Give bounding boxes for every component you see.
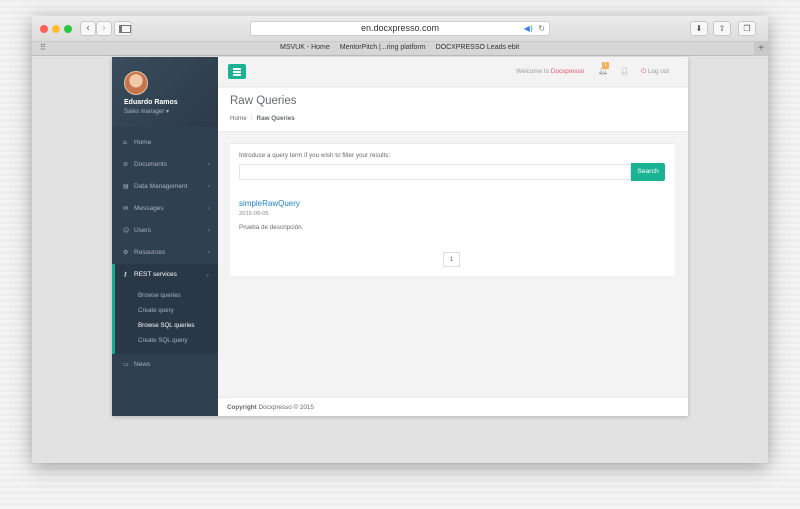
- sidebar-item-label: Users: [134, 227, 151, 234]
- envelope-icon: ✉: [123, 205, 129, 212]
- bookmarks-bar: ⠿ MSVUK - Home MentorPitch |...ring plat…: [32, 42, 768, 56]
- users-icon: ☺: [123, 227, 130, 234]
- sidebar-item-documents[interactable]: ⊘ Documents ‹: [112, 154, 218, 176]
- profile-panel: Eduardo Ramos Sales manager ▾: [112, 57, 218, 127]
- pagination-page-button[interactable]: 1: [443, 252, 460, 267]
- share-icon[interactable]: ⇧: [713, 21, 731, 36]
- url-text: en.docxpresso.com: [360, 23, 440, 33]
- breadcrumb-current: Raw Queries: [256, 115, 295, 122]
- show-sidebar-button[interactable]: [114, 21, 132, 36]
- submenu-item-browse-queries[interactable]: Browse queries: [115, 288, 218, 303]
- sidebar-item-label: Messages: [134, 205, 164, 212]
- sidebar-item-messages[interactable]: ✉ Messages ‹: [112, 198, 218, 220]
- chevron-left-icon: ‹: [207, 227, 210, 234]
- chevron-left-icon: ‹: [207, 183, 210, 190]
- welcome-brand: Docxpresso: [550, 68, 585, 75]
- result-description: Prueba de descripción.: [239, 224, 304, 231]
- result-title-link[interactable]: simpleRawQuery: [239, 199, 300, 208]
- app-container: Eduardo Ramos Sales manager ▾ ⌂ Home ⊘ D…: [112, 57, 688, 416]
- submenu-item-browse-sql-queries[interactable]: Browse SQL queries: [115, 318, 218, 333]
- breadcrumb-home-link[interactable]: Home: [230, 115, 247, 122]
- breadcrumb: Home / Raw Queries: [230, 115, 295, 122]
- cogs-icon: ⚙: [123, 249, 129, 256]
- caret-down-icon: ▾: [166, 109, 170, 115]
- bookmark-item[interactable]: MSVUK - Home: [280, 44, 330, 51]
- hamburger-icon: [233, 71, 241, 73]
- bookmark-item[interactable]: DOCXPRESSO Leads ebit: [436, 44, 520, 51]
- sidebar-item-label: REST services: [134, 271, 177, 278]
- sidebar-item-label: Documents: [134, 161, 167, 168]
- submenu-item-create-sql-query[interactable]: Create SQL query: [115, 333, 218, 348]
- audio-icon[interactable]: ◀): [524, 22, 533, 35]
- sidebar-item-label: Resources: [134, 249, 166, 256]
- chevron-down-icon: ⌄: [204, 271, 210, 278]
- browser-toolbar: ‹ › en.docxpresso.com ◀) ↻ ⬇ ⇧ ❐: [32, 16, 768, 42]
- submenu-item-create-query[interactable]: Create query: [115, 303, 218, 318]
- sidebar-item-home[interactable]: ⌂ Home: [112, 132, 218, 154]
- page-viewport: Eduardo Ramos Sales manager ▾ ⌂ Home ⊘ D…: [32, 57, 768, 463]
- sidebar-item-resources[interactable]: ⚙ Resources ‹: [112, 242, 218, 264]
- welcome-prefix: Welcome to: [516, 68, 550, 75]
- content-panel: Introduce a query term if you wish to fi…: [230, 143, 675, 276]
- sidebar-item-news[interactable]: ▭ News: [112, 354, 218, 376]
- result-date: 2015-09-05: [239, 211, 269, 217]
- hamburger-icon: [233, 68, 241, 70]
- reload-icon[interactable]: ↻: [538, 22, 545, 35]
- forward-button[interactable]: ›: [96, 21, 112, 36]
- user-icon[interactable]: 👤︎: [620, 67, 629, 75]
- tab-overview-icon[interactable]: ❐: [738, 21, 756, 36]
- sidebar: Eduardo Ramos Sales manager ▾ ⌂ Home ⊘ D…: [112, 57, 218, 416]
- avatar[interactable]: [124, 71, 148, 95]
- welcome-message: Welcome to Docxpresso: [516, 68, 584, 75]
- browser-window: ‹ › en.docxpresso.com ◀) ↻ ⬇ ⇧ ❐ ⠿ MSVUK…: [32, 16, 768, 463]
- bookmark-list: MSVUK - Home MentorPitch |...ring platfo…: [280, 44, 527, 51]
- back-button[interactable]: ‹: [80, 21, 96, 36]
- search-button[interactable]: Search: [631, 163, 665, 181]
- downloads-icon[interactable]: ⬇: [690, 21, 708, 36]
- logout-label: Log out: [647, 68, 669, 75]
- key-icon: ⚷: [123, 271, 128, 278]
- sidebar-item-label: Data Management: [134, 183, 188, 190]
- minimize-window-button[interactable]: [52, 25, 60, 33]
- profile-role: Sales manager: [124, 109, 165, 115]
- data-icon: ▤: [123, 183, 129, 190]
- close-window-button[interactable]: [40, 25, 48, 33]
- zoom-window-button[interactable]: [64, 25, 72, 33]
- newspaper-icon: ▭: [123, 361, 129, 368]
- footer: Copyright Docxpresso © 2015: [218, 397, 688, 416]
- documents-icon: ⊘: [123, 161, 129, 168]
- menu-toggle-button[interactable]: [228, 64, 246, 79]
- sidebar-item-users[interactable]: ☺ Users ‹: [112, 220, 218, 242]
- chevron-left-icon: ‹: [207, 161, 210, 168]
- sidebar-item-data-management[interactable]: ▤ Data Management ‹: [112, 176, 218, 198]
- footer-copyright-text: Docxpresso © 2015: [258, 404, 314, 411]
- breadcrumb-separator: /: [250, 115, 253, 122]
- page-heading: Raw Queries Home / Raw Queries: [218, 88, 688, 132]
- chevron-left-icon: ‹: [207, 249, 210, 256]
- filter-label: Introduce a query term if you wish to fi…: [239, 152, 391, 159]
- sidebar-item-label: News: [134, 361, 151, 368]
- sidebar-item-label: Home: [134, 139, 152, 146]
- power-icon: ⏻: [641, 68, 646, 75]
- search-input[interactable]: [239, 164, 631, 180]
- sidebar-item-rest-services[interactable]: ⚷ REST services ⌄: [112, 264, 218, 286]
- rest-services-submenu: Browse queries Create query Browse SQL q…: [112, 286, 218, 354]
- sidebar-menu: ⌂ Home ⊘ Documents ‹ ▤ Data Management ‹: [112, 132, 218, 376]
- home-icon: ⌂: [123, 139, 127, 146]
- new-tab-button[interactable]: +: [754, 42, 768, 56]
- notification-count-badge: 1: [602, 62, 609, 69]
- bookmarks-grid-icon[interactable]: ⠿: [40, 43, 46, 52]
- page-title: Raw Queries: [230, 95, 297, 107]
- footer-copyright-label: Copyright: [227, 404, 257, 411]
- address-bar[interactable]: en.docxpresso.com ◀) ↻: [250, 21, 550, 36]
- top-navbar: Welcome to Docxpresso 🔔︎ 1 👤︎ ⏻ Log out: [218, 57, 688, 87]
- hamburger-icon: [233, 74, 241, 76]
- chevron-left-icon: ‹: [207, 205, 210, 212]
- profile-role-dropdown[interactable]: Sales manager ▾: [124, 108, 169, 115]
- profile-name: Eduardo Ramos: [124, 99, 178, 106]
- bookmark-item[interactable]: MentorPitch |...ring platform: [340, 44, 426, 51]
- logout-link[interactable]: ⏻ Log out: [641, 68, 669, 76]
